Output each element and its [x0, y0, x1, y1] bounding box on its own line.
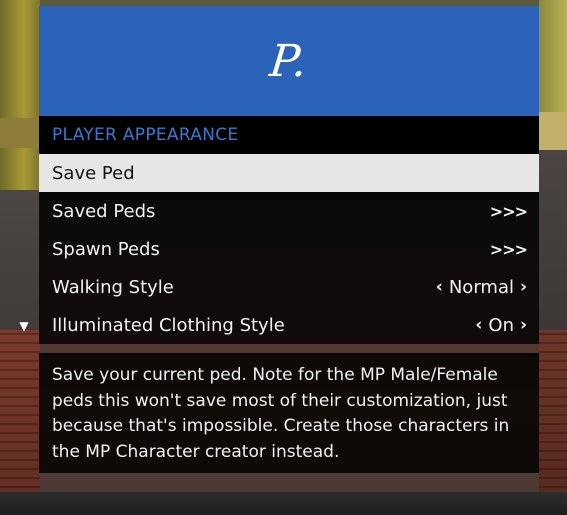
trainer-menu: P. PLAYER APPEARANCE Save Ped Saved Peds…	[39, 6, 539, 344]
menu-item-label: Saved Peds	[52, 200, 156, 222]
menu-item-label: Save Ped	[52, 162, 135, 184]
list-value: On	[488, 314, 514, 336]
item-description: Save your current ped. Note for the MP M…	[39, 353, 539, 473]
list-selector: ‹ Normal ›	[436, 277, 527, 298]
chevron-left-icon[interactable]: ‹	[475, 315, 482, 335]
menu-item-save-ped[interactable]: Save Ped	[39, 154, 539, 192]
scroll-down-icon: ▼	[19, 319, 29, 333]
submenu-arrows-icon: >>>	[489, 239, 528, 259]
menu-item-saved-peds[interactable]: Saved Peds >>>	[39, 192, 539, 230]
chevron-right-icon[interactable]: ›	[520, 315, 527, 335]
menu-item-illuminated-clothing-style[interactable]: Illuminated Clothing Style ‹ On ›	[39, 306, 539, 344]
menu-item-spawn-peds[interactable]: Spawn Peds >>>	[39, 230, 539, 268]
menu-item-label: Spawn Peds	[52, 238, 160, 260]
menu-banner: P.	[39, 6, 539, 116]
list-selector: ‹ On ›	[475, 315, 527, 336]
chevron-right-icon[interactable]: ›	[520, 277, 527, 297]
menu-item-label: Illuminated Clothing Style	[52, 314, 285, 336]
banner-logo: P.	[266, 35, 312, 87]
menu-items: Save Ped Saved Peds >>> Spawn Peds >>> W…	[39, 154, 539, 344]
menu-item-label: Walking Style	[52, 276, 174, 298]
menu-item-walking-style[interactable]: Walking Style ‹ Normal ›	[39, 268, 539, 306]
menu-subtitle: PLAYER APPEARANCE	[39, 116, 539, 154]
list-value: Normal	[448, 276, 514, 298]
chevron-left-icon[interactable]: ‹	[436, 277, 443, 297]
submenu-arrows-icon: >>>	[489, 201, 528, 221]
